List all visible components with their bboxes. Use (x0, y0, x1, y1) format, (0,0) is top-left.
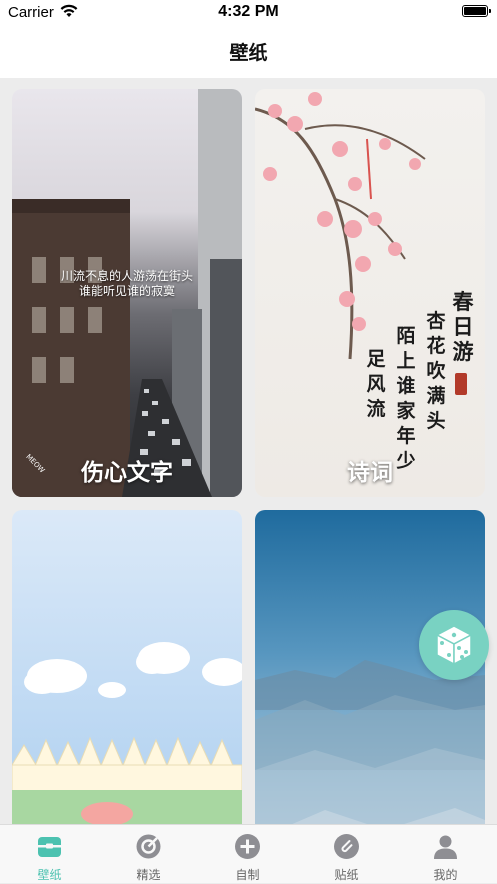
card-overlay-text: 川流不息的人游荡在街头 谁能听见谁的寂寞 (12, 269, 242, 299)
overlay-line: 川流不息的人游荡在街头 (60, 269, 193, 283)
tab-wallpaper[interactable]: 壁纸 (0, 825, 99, 884)
compass-icon (136, 834, 161, 859)
wallpaper-card-poetry[interactable]: 春日游 杏花吹满头 陌上谁家年少 足风流 诗词 (255, 89, 485, 497)
tab-create[interactable]: 自制 (198, 825, 297, 884)
blossom-branch-image (255, 92, 467, 395)
clock: 4:32 PM (218, 3, 279, 20)
card-label: 伤心文字 (81, 460, 173, 486)
paperclip-icon (334, 834, 359, 859)
poem-column: 足风流 (366, 348, 386, 420)
poem-column: 杏花吹满头 (426, 310, 446, 432)
tab-label: 精选 (136, 868, 161, 882)
wallpaper-grid: 川流不息的人游荡在街头 谁能听见谁的寂寞 MEOW 伤心文字 春日游 杏花吹满头… (0, 78, 497, 824)
page-title: 壁纸 (229, 42, 268, 64)
tab-label: 壁纸 (37, 868, 62, 882)
person-icon (434, 835, 457, 859)
tab-label: 自制 (235, 868, 260, 882)
wallpaper-card-clouds[interactable] (12, 510, 242, 824)
tab-label: 我的 (433, 868, 458, 882)
plus-icon (235, 834, 260, 859)
overlay-line: 谁能听见谁的寂寞 (78, 284, 175, 298)
tab-bar: 壁纸 精选 自制 贴纸 我的 (0, 824, 497, 883)
random-dice-button[interactable] (419, 610, 489, 680)
card-label: 诗词 (347, 460, 393, 486)
poem-column: 春日游 (452, 289, 474, 364)
status-bar: Carrier 4:32 PM (0, 0, 497, 26)
wallpaper-icon (38, 837, 61, 857)
wallpaper-card-sad-text[interactable]: 川流不息的人游荡在街头 谁能听见谁的寂寞 MEOW 伤心文字 (12, 89, 242, 497)
dice-icon (435, 625, 473, 666)
tab-label: 贴纸 (334, 868, 359, 882)
tab-stickers[interactable]: 贴纸 (297, 825, 396, 884)
poem-column: 陌上谁家年少 (396, 325, 416, 472)
battery-icon (462, 5, 491, 17)
cartoon-clouds-image (12, 642, 242, 824)
tab-profile[interactable]: 我的 (396, 825, 495, 884)
navigation-bar: 壁纸 (0, 26, 497, 78)
tab-featured[interactable]: 精选 (99, 825, 198, 884)
